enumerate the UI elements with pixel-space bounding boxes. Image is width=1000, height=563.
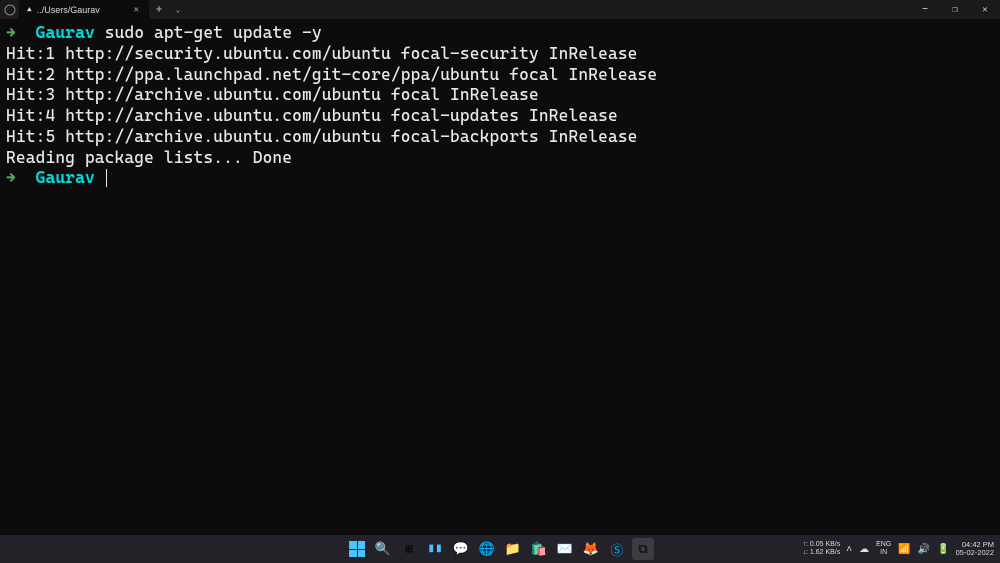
output-line: Reading package lists... Done	[6, 148, 994, 169]
battery-icon[interactable]: 🔋	[937, 544, 949, 555]
prompt-line: → Gaurav	[6, 168, 994, 189]
minimize-button[interactable]: —	[910, 0, 940, 19]
volume-icon[interactable]: 🔊	[918, 544, 930, 555]
tray-icons: ˄ ☁ ENG IN 📶 🔊 🔋	[846, 541, 949, 556]
task-view-icon[interactable]: ⊞	[398, 538, 420, 560]
close-window-button[interactable]: ✕	[970, 0, 1000, 19]
prompt-folder: Gaurav	[36, 168, 95, 187]
command-line: → Gaurav sudo apt-get update -y	[6, 23, 994, 44]
chat-icon[interactable]: 💬	[450, 538, 472, 560]
app-icon	[1, 1, 19, 19]
cursor	[106, 169, 108, 187]
store-icon[interactable]: 🛍️	[528, 538, 550, 560]
output-line: Hit:5 http://archive.ubuntu.com/ubuntu f…	[6, 127, 994, 148]
firefox-icon[interactable]: 🦊	[580, 538, 602, 560]
terminal-content[interactable]: → Gaurav sudo apt-get update -y Hit:1 ht…	[0, 19, 1000, 193]
ubuntu-icon: ▲	[27, 5, 32, 14]
terminal-icon[interactable]: ⧉	[632, 538, 654, 560]
mail-icon[interactable]: ✉️	[554, 538, 576, 560]
maximize-button[interactable]: ❐	[940, 0, 970, 19]
onedrive-icon[interactable]: ☁	[859, 544, 869, 555]
taskbar: 🔍 ⊞ ▮▮ 💬 🌐 📁 🛍️ ✉️ 🦊 Ⓢ ⧉ ↑: 0.05 KB/s ↓:…	[0, 535, 1000, 563]
output-line: Hit:2 http://ppa.launchpad.net/git-core/…	[6, 65, 994, 86]
prompt-folder: Gaurav	[36, 23, 95, 42]
taskbar-icons: 🔍 ⊞ ▮▮ 💬 🌐 📁 🛍️ ✉️ 🦊 Ⓢ ⧉	[346, 538, 654, 560]
start-button[interactable]	[346, 538, 368, 560]
prompt-arrow-icon: →	[6, 168, 16, 187]
skype-icon[interactable]: Ⓢ	[606, 538, 628, 560]
explorer-icon[interactable]: 📁	[502, 538, 524, 560]
output-line: Hit:1 http://security.ubuntu.com/ubuntu …	[6, 44, 994, 65]
output-line: Hit:4 http://archive.ubuntu.com/ubuntu f…	[6, 106, 994, 127]
chevron-up-icon[interactable]: ˄	[846, 544, 852, 555]
command-text: sudo apt-get update -y	[105, 23, 322, 42]
close-tab-button[interactable]: ✕	[132, 5, 141, 15]
tab-title: ../Users/Gaurav	[37, 5, 100, 15]
widgets-icon[interactable]: ▮▮	[424, 538, 446, 560]
prompt-arrow-icon: →	[6, 23, 16, 42]
wifi-icon[interactable]: 📶	[898, 544, 910, 555]
language-indicator[interactable]: ENG IN	[876, 541, 891, 556]
system-tray: ↑: 0.05 KB/s ↓: 1.62 KB/s ˄ ☁ ENG IN 📶 🔊…	[803, 541, 995, 558]
search-icon[interactable]: 🔍	[372, 538, 394, 560]
window-controls: — ❐ ✕	[910, 0, 1000, 19]
output-line: Hit:3 http://archive.ubuntu.com/ubuntu f…	[6, 85, 994, 106]
upload-speed: ↑: 0.05 KB/s	[803, 541, 841, 549]
titlebar: ▲ ../Users/Gaurav ✕ + ⌄ — ❐ ✕	[0, 0, 1000, 19]
active-tab[interactable]: ▲ ../Users/Gaurav ✕	[19, 0, 149, 19]
clock[interactable]: 04:42 PM 05-02-2022	[956, 541, 994, 558]
tab-area: ▲ ../Users/Gaurav ✕ + ⌄	[0, 0, 187, 19]
network-speed: ↑: 0.05 KB/s ↓: 1.62 KB/s	[803, 541, 841, 556]
download-speed: ↓: 1.62 KB/s	[803, 549, 841, 557]
tab-dropdown-button[interactable]: ⌄	[169, 5, 187, 14]
new-tab-button[interactable]: +	[149, 3, 169, 16]
edge-icon[interactable]: 🌐	[476, 538, 498, 560]
date: 05-02-2022	[956, 549, 994, 557]
